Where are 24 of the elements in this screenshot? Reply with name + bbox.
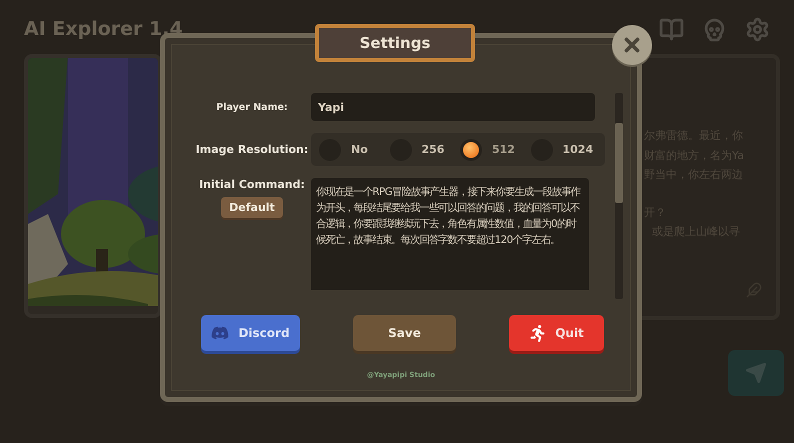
book-icon[interactable] xyxy=(659,16,684,42)
field-label: Player Name: xyxy=(216,102,288,112)
player-name-field[interactable]: Yapi xyxy=(311,93,595,121)
send-button[interactable] xyxy=(728,350,784,396)
radio-label: No xyxy=(351,143,368,156)
settings-icon[interactable] xyxy=(745,16,770,42)
send-icon xyxy=(745,362,767,384)
radio-button[interactable] xyxy=(460,138,482,160)
radio-label: 256 xyxy=(422,143,444,156)
radio-label: 1024 xyxy=(562,143,594,156)
dialog-title: Settings xyxy=(315,24,475,62)
field-label: Image Resolution: xyxy=(196,143,308,156)
scrollbar[interactable] xyxy=(615,93,623,299)
close-button[interactable] xyxy=(612,25,652,65)
discord-icon xyxy=(211,324,230,342)
running-person-icon xyxy=(529,324,546,342)
quit-button[interactable]: Quit xyxy=(509,315,604,351)
skull-icon[interactable] xyxy=(702,16,727,42)
default-button[interactable]: Default xyxy=(221,197,283,218)
save-button[interactable]: Save xyxy=(353,315,456,351)
discord-button[interactable]: Discord xyxy=(201,315,300,351)
command-field[interactable]: 你现在是一个RPG冒险故事产生器，接下来你要生成一段故事作为开头，每段结尾要给我一些可以回答的问题，我的回答可以不合逻辑，你要跟我继续玩下去，角色有属性数值，血量为0的时候死亡，故事结束。每次回答字数不要超过120个字左右。 xyxy=(311,178,589,290)
field-label: Initial Command: xyxy=(199,178,305,191)
radio-label: 512 xyxy=(492,143,515,156)
